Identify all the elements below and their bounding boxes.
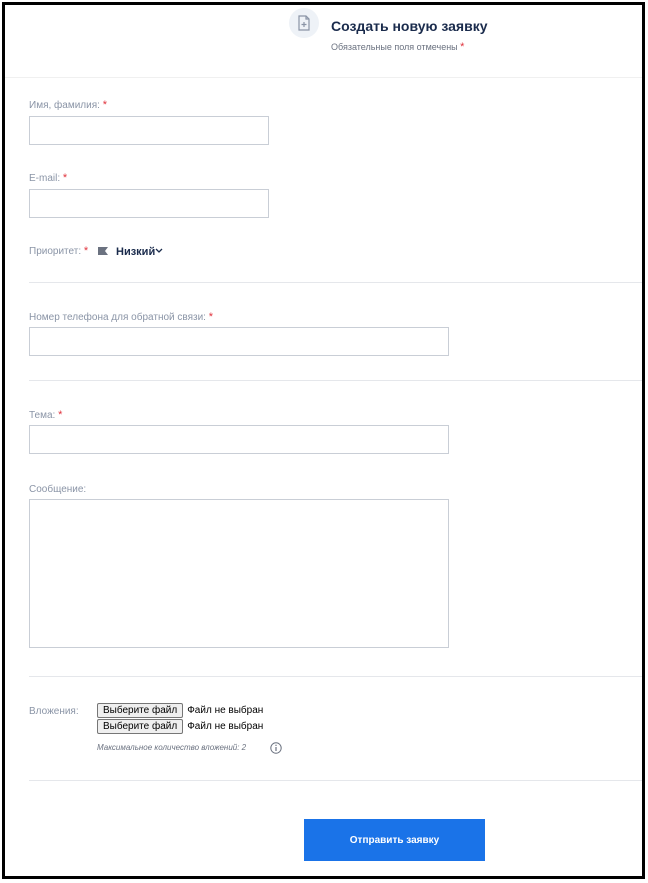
section-divider <box>29 282 642 283</box>
required-asterisk: * <box>62 172 68 184</box>
ticket-form-frame: Создать новую заявку Обязательные поля о… <box>2 2 645 879</box>
priority-label-text: Приоритет: <box>29 246 82 257</box>
message-textarea[interactable] <box>29 499 449 648</box>
form-header: Создать новую заявку Обязательные поля о… <box>5 5 642 78</box>
page-title: Создать новую заявку <box>331 18 488 34</box>
max-attachments-note: Максимальное количество вложений: 2 <box>97 743 247 752</box>
email-input[interactable] <box>29 189 269 218</box>
phone-label: Номер телефона для обратной связи: * <box>29 311 213 323</box>
name-label-text: Имя, фамилия: <box>29 100 100 111</box>
file-status: Файл не выбран <box>187 704 264 716</box>
priority-label: Приоритет: * <box>29 245 88 257</box>
subject-input[interactable] <box>29 425 449 454</box>
submit-button[interactable]: Отправить заявку <box>304 819 485 861</box>
section-divider <box>29 380 642 381</box>
subject-label-text: Тема: <box>29 410 56 421</box>
message-label: Сообщение: <box>29 484 87 495</box>
flag-icon[interactable] <box>97 246 109 257</box>
required-asterisk: * <box>58 409 63 421</box>
required-asterisk: * <box>83 245 89 257</box>
email-label: E-mail: * <box>29 172 67 184</box>
new-document-icon <box>289 8 319 38</box>
choose-file-button[interactable]: Выберите файл <box>97 702 184 718</box>
section-divider <box>29 676 642 677</box>
phone-label-text: Номер телефона для обратной связи: <box>29 312 206 323</box>
required-fields-note-text: Обязательные поля отмечены <box>331 42 458 52</box>
file-input-1[interactable]: Выберите файл Файл не выбран <box>97 702 263 718</box>
required-asterisk: * <box>208 311 214 323</box>
email-label-text: E-mail: <box>29 173 61 184</box>
attachments-label: Вложения: <box>29 706 79 717</box>
name-label: Имя, фамилия: * <box>29 99 107 111</box>
choose-file-button[interactable]: Выберите файл <box>97 718 184 734</box>
priority-select[interactable]: Низкий <box>116 246 155 258</box>
required-fields-note: Обязательные поля отмечены * <box>331 41 464 53</box>
required-asterisk: * <box>102 99 107 111</box>
name-input[interactable] <box>29 116 269 145</box>
section-divider <box>29 780 642 781</box>
file-input-2[interactable]: Выберите файл Файл не выбран <box>97 718 263 734</box>
phone-input[interactable] <box>29 327 449 356</box>
subject-label: Тема: * <box>29 409 62 421</box>
file-status: Файл не выбран <box>187 720 264 732</box>
chevron-down-icon[interactable] <box>155 248 163 254</box>
info-icon[interactable] <box>270 742 282 754</box>
required-asterisk: * <box>460 41 465 53</box>
